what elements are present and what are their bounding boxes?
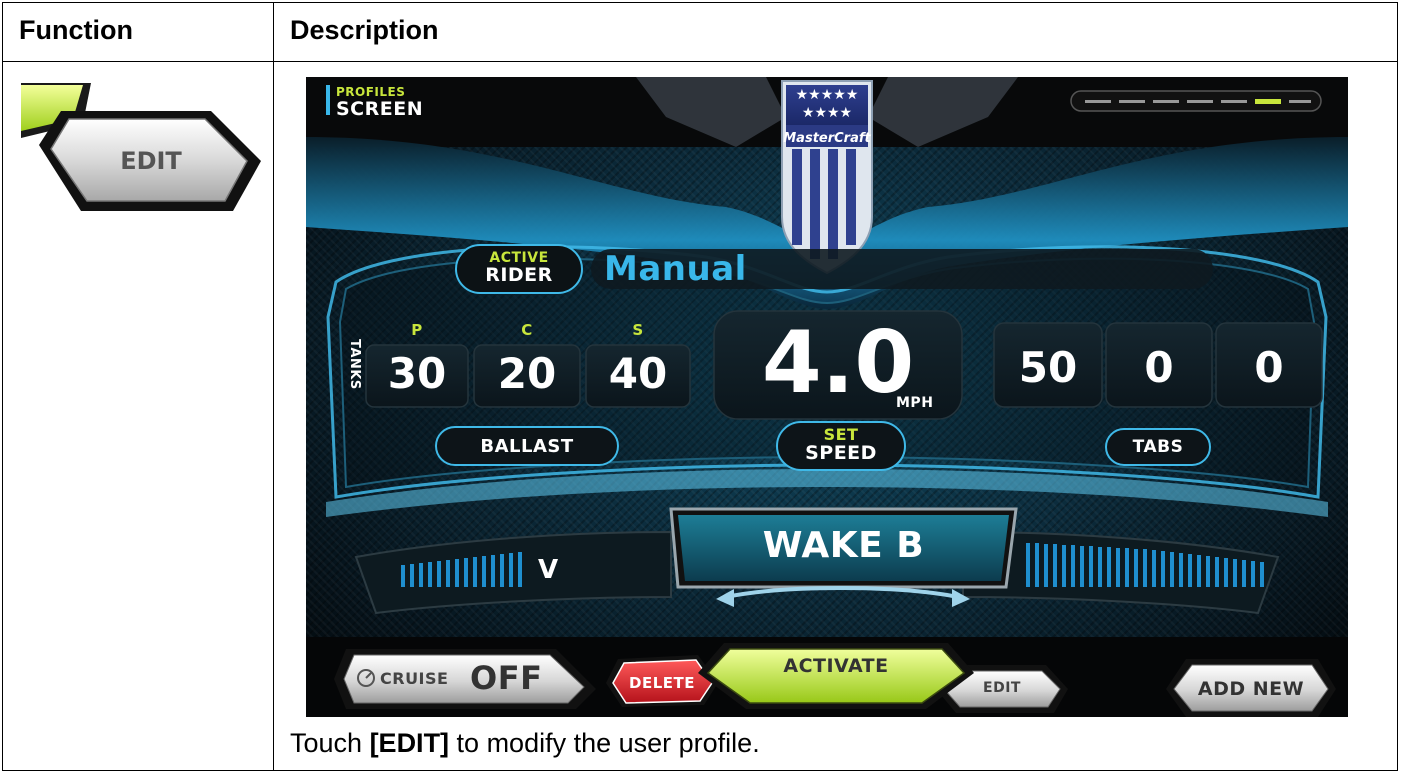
set-speed-small: SET	[823, 425, 859, 444]
ballast-header-c: C	[521, 321, 533, 339]
active-rider-big: RIDER	[485, 264, 553, 286]
wake-swipe-arrow	[716, 586, 970, 607]
screen-label-small: PROFILES	[336, 85, 406, 99]
ballast-value-p: 30	[387, 349, 447, 398]
svg-text:★★★★★: ★★★★★	[796, 87, 859, 103]
ballast-button-label: BALLAST	[480, 436, 574, 457]
cruise-button[interactable]	[334, 649, 596, 709]
description-caption: Touch [EDIT] to modify the user profile.	[290, 728, 760, 759]
screen-indicator-bar	[326, 85, 330, 115]
caption-post: to modify the user profile.	[449, 728, 760, 758]
rider-name: Manual	[604, 249, 747, 289]
wake-shape-label: V	[538, 555, 559, 585]
wake-name: WAKE B	[762, 525, 925, 566]
delete-button-label: DELETE	[629, 674, 695, 692]
profiles-screen: ★★★★★ ★★★★ MasterCraft PROFILES SCREEN A…	[306, 77, 1348, 717]
ballast-value-c: 20	[497, 349, 557, 398]
column-header-description: Description	[290, 15, 439, 45]
edit-button-label: EDIT	[120, 147, 182, 175]
active-rider-small: ACTIVE	[489, 250, 549, 266]
activate-button-label: ACTIVATE	[783, 655, 889, 677]
svg-text:★★★★: ★★★★	[802, 105, 852, 121]
tabs-button-label: TABS	[1132, 437, 1184, 457]
tabs-value-3: 0	[1254, 343, 1284, 392]
column-divider	[273, 3, 274, 770]
ballast-value-s: 40	[608, 349, 668, 398]
edit-button-illustration[interactable]: EDIT	[21, 83, 261, 213]
screen-label-big: SCREEN	[336, 98, 424, 120]
tabs-value-1: 50	[1018, 343, 1078, 392]
ballast-header-p: P	[411, 321, 423, 339]
page-indicator	[1070, 90, 1322, 112]
header-divider	[3, 61, 1397, 62]
mastercraft-logo: ★★★★★ ★★★★ MasterCraft	[781, 80, 873, 275]
add-new-button-label: ADD NEW	[1197, 678, 1305, 700]
function-description-table: Function Description EDIT ★★★★★ ★★★★ Mas…	[2, 2, 1398, 771]
caption-bold: [EDIT]	[369, 728, 450, 758]
cruise-label: CRUISE	[380, 669, 449, 688]
cruise-state: OFF	[470, 659, 543, 697]
speed-unit: MPH	[896, 395, 934, 411]
set-speed-big: SPEED	[805, 442, 877, 464]
mastercraft-logo-text: MasterCraft	[783, 131, 871, 146]
column-header-function: Function	[19, 15, 133, 45]
caption-pre: Touch	[290, 728, 370, 758]
tabs-value-2: 0	[1144, 343, 1174, 392]
edit-button-label-screen: EDIT	[983, 680, 1021, 696]
ballast-header-s: S	[632, 321, 644, 339]
tanks-label: TANKS	[347, 339, 362, 390]
